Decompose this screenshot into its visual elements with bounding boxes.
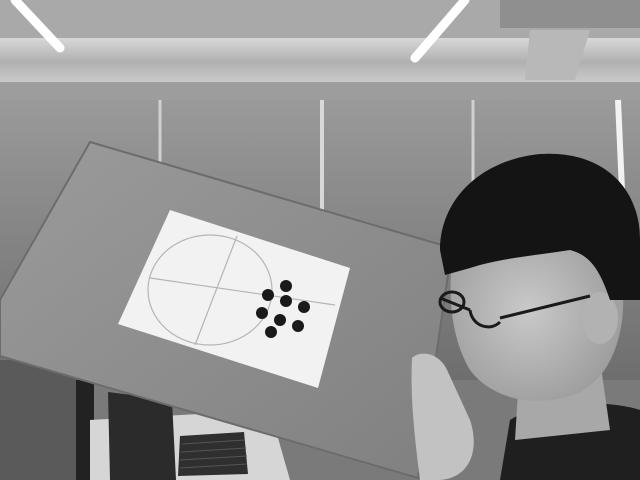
target-dot: [298, 301, 310, 313]
photo-scene: [0, 0, 640, 480]
target-dot: [265, 326, 277, 338]
target-dot: [280, 280, 292, 292]
target-dot: [280, 295, 292, 307]
ceiling-beam: [0, 82, 640, 102]
target-dot: [274, 314, 286, 326]
target-dot: [292, 320, 304, 332]
photo-canvas: [0, 0, 640, 480]
keyboard: [178, 432, 248, 476]
target-dot: [256, 307, 268, 319]
target-dot: [262, 289, 274, 301]
duct-box: [500, 0, 640, 28]
wall-seam: [615, 99, 625, 191]
